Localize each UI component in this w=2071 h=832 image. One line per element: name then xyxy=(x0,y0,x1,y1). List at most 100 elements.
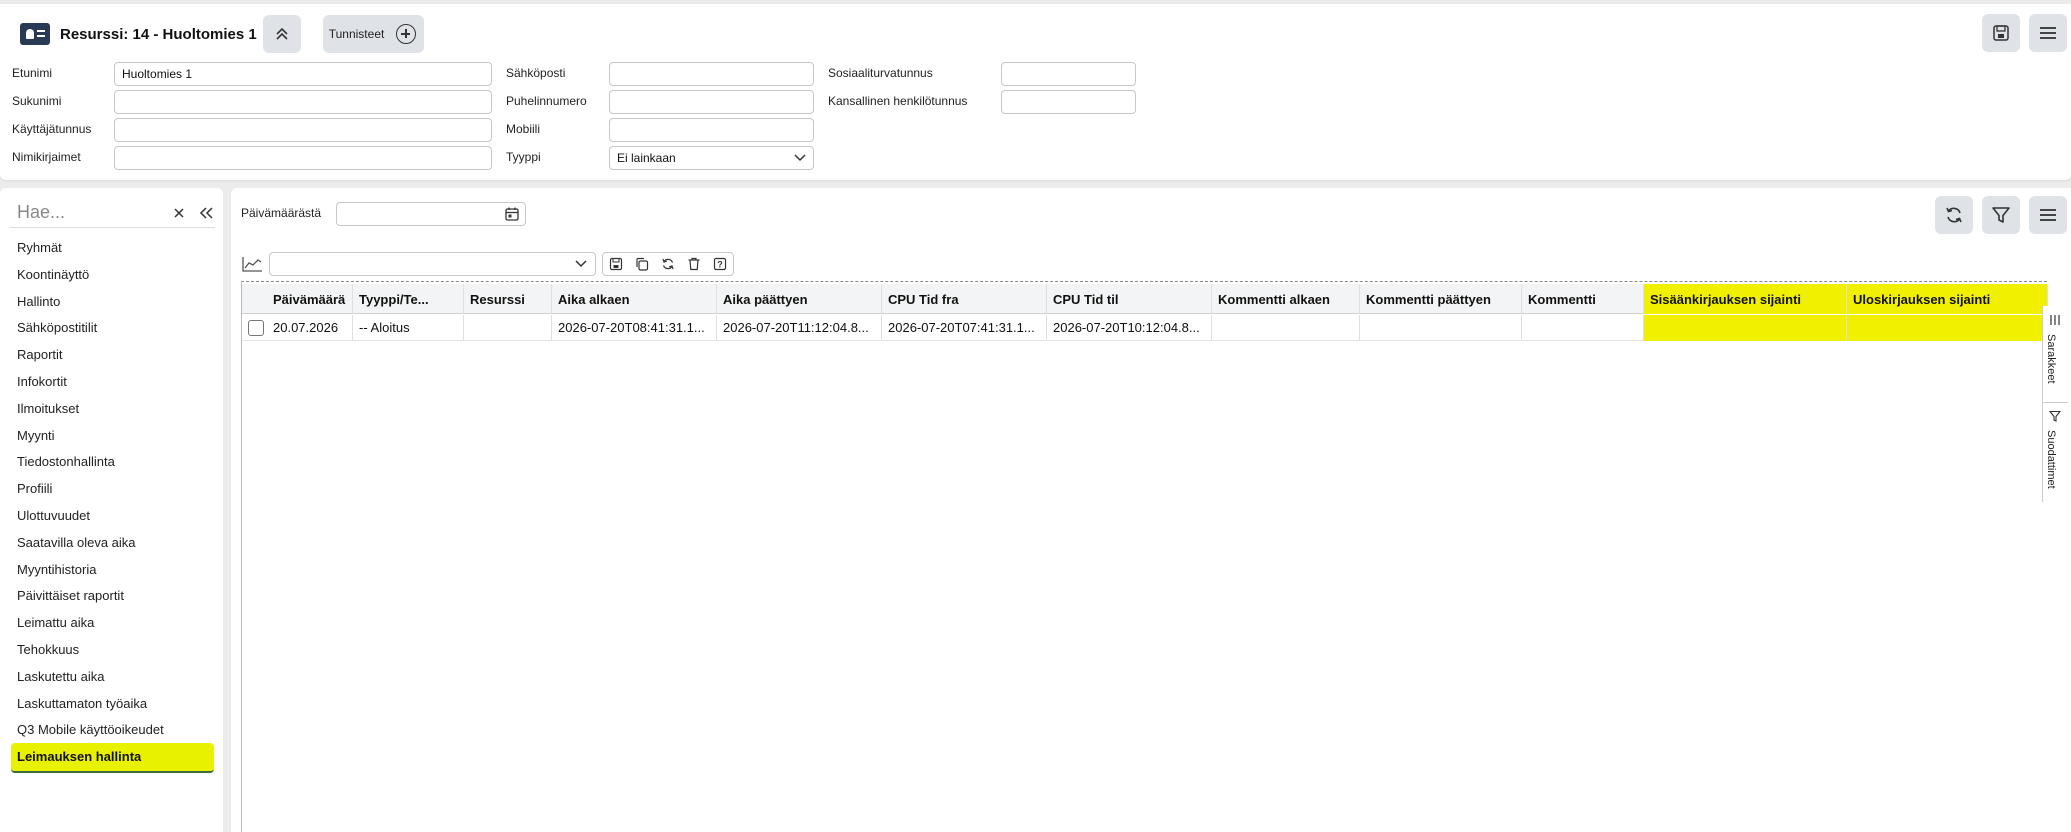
kansallinen-henkilotunnus-label: Kansallinen henkilötunnus xyxy=(828,94,968,108)
sidebar-item[interactable]: Koontinäyttö xyxy=(17,267,89,282)
sidebar-item[interactable]: Laskuttamaton työaika xyxy=(17,696,147,711)
sidebar-item[interactable]: Sähköpostitilit xyxy=(17,320,97,335)
column-header[interactable]: CPU Tid til xyxy=(1047,284,1212,314)
sidebar-item[interactable]: Saatavilla oleva aika xyxy=(17,535,136,550)
tab-columns[interactable]: Sarakkeet xyxy=(2045,334,2057,384)
puhelinnumero-field[interactable] xyxy=(609,90,814,114)
nimikirjaimet-label: Nimikirjaimet xyxy=(12,150,81,164)
kansallinen-henkilotunnus-field[interactable] xyxy=(1001,90,1136,114)
columns-icon xyxy=(2050,315,2060,325)
copy-icon xyxy=(636,257,649,271)
search-input[interactable]: Hae... xyxy=(10,202,173,223)
column-header[interactable]: Kommentti alkaen xyxy=(1212,284,1360,314)
side-tool-panel: Sarakkeet Suodattimet xyxy=(2042,306,2068,502)
sidebar-item[interactable]: Raportit xyxy=(17,347,63,362)
column-header[interactable]: Aika päättyen xyxy=(717,284,882,314)
nimikirjaimet-field[interactable] xyxy=(114,146,492,170)
puhelinnumero-label: Puhelinnumero xyxy=(506,94,587,108)
collapse-button[interactable] xyxy=(262,15,301,53)
chevron-down-icon xyxy=(575,260,587,268)
filter-button[interactable] xyxy=(1982,196,2020,234)
sidebar-item[interactable]: Hallinto xyxy=(17,294,60,309)
row-checkbox[interactable] xyxy=(248,320,264,336)
table-cell[interactable] xyxy=(1360,315,1522,341)
table-cell[interactable]: -- Aloitus xyxy=(353,315,464,341)
table-cell[interactable]: 2026-07-20T10:12:04.8... xyxy=(1047,315,1212,341)
sosiaaliturvatunnus-label: Sosiaaliturvatunnus xyxy=(828,66,933,80)
grid-header: Päivämäärä Tyyppi/Te... Resurssi Aika alkae… xyxy=(242,284,2048,314)
sidebar-item[interactable]: Ilmoitukset xyxy=(17,401,79,416)
sidebar-item[interactable]: Myynti xyxy=(17,428,55,443)
sidebar-item[interactable]: Ulottuvuudet xyxy=(17,508,90,523)
sidebar-item[interactable]: Ryhmät xyxy=(17,240,62,255)
sidebar-item[interactable]: Infokortit xyxy=(17,374,67,389)
mobiili-label: Mobiili xyxy=(506,122,541,136)
sahkoposti-label: Sähköposti xyxy=(506,66,566,80)
refresh-button[interactable] xyxy=(1935,196,1973,234)
column-header[interactable]: Resurssi xyxy=(464,284,552,314)
table-cell[interactable]: 20.07.2026 xyxy=(267,315,353,341)
sidebar-item[interactable]: Q3 Mobile käyttöoikeudet xyxy=(17,722,164,737)
page-title: Resurssi: 14 - Huoltomies 1 xyxy=(60,25,257,43)
table-cell[interactable]: 2026-07-20T08:41:31.1... xyxy=(552,315,717,341)
save-icon xyxy=(609,257,623,271)
chart-line-icon[interactable] xyxy=(241,255,263,273)
save-button[interactable] xyxy=(1982,14,2020,52)
reload-view-button[interactable] xyxy=(660,256,676,272)
grid-toolbar: ? xyxy=(241,250,734,278)
table-cell[interactable] xyxy=(1847,315,2048,341)
kayttajatunnus-field[interactable] xyxy=(114,118,492,142)
table-cell[interactable]: 2026-07-20T11:12:04.8... xyxy=(717,315,882,341)
tags-label: Tunnisteet xyxy=(328,27,385,41)
sidebar-item[interactable]: Myyntihistoria xyxy=(17,562,96,577)
tyyppi-select[interactable]: Ei lainkaan xyxy=(609,146,814,170)
delete-view-button[interactable] xyxy=(686,256,702,272)
copy-view-button[interactable] xyxy=(634,256,650,272)
table-cell[interactable] xyxy=(1522,315,1644,341)
sidebar-item[interactable]: Profiili xyxy=(17,481,52,496)
double-chevron-left-icon[interactable] xyxy=(199,206,213,219)
sahkoposti-field[interactable] xyxy=(609,62,814,86)
help-button[interactable]: ? xyxy=(712,256,728,272)
sosiaaliturvatunnus-field[interactable] xyxy=(1001,62,1136,86)
menu-button[interactable] xyxy=(2029,14,2067,52)
refresh-icon xyxy=(1946,207,1962,223)
mobiili-field[interactable] xyxy=(609,118,814,142)
contact-card-icon xyxy=(20,23,50,45)
chevron-down-icon xyxy=(794,154,806,162)
column-header[interactable]: Sisäänkirjauksen sijainti xyxy=(1644,284,1847,314)
table-row[interactable]: 20.07.2026 -- Aloitus 2026-07-20T08:41:31.… xyxy=(242,315,2048,341)
column-header[interactable]: Kommentti xyxy=(1522,284,1644,314)
table-cell[interactable]: 2026-07-20T07:41:31.1... xyxy=(882,315,1047,341)
column-header[interactable]: Aika alkaen xyxy=(552,284,717,314)
table-cell[interactable] xyxy=(1212,315,1360,341)
sidebar-item[interactable]: Tiedostonhallinta xyxy=(17,454,115,469)
view-select[interactable] xyxy=(269,252,596,276)
etunimi-field[interactable]: Huoltomies 1 xyxy=(114,62,492,86)
panel-menu-button[interactable] xyxy=(2029,196,2067,234)
tab-filters[interactable]: Suodattimet xyxy=(2045,430,2057,489)
column-header[interactable]: Tyyppi/Te... xyxy=(353,284,464,314)
sukunimi-label: Sukunimi xyxy=(12,94,62,108)
main-panel: Päivämäärästä ? Päivämäärä Tyyppi/Te... … xyxy=(231,188,2071,832)
tags-button[interactable]: Tunnisteet xyxy=(322,15,425,53)
column-header[interactable]: CPU Tid fra xyxy=(882,284,1047,314)
sidebar-item[interactable]: Leimattu aika xyxy=(17,615,94,630)
column-header[interactable]: Kommentti päättyen xyxy=(1360,284,1522,314)
sidebar-item[interactable]: Laskutettu aika xyxy=(17,669,104,684)
sidebar-item[interactable]: Päivittäiset raportit xyxy=(17,588,124,603)
sidebar-item[interactable]: Tehokkuus xyxy=(17,642,79,657)
save-icon xyxy=(1993,25,2009,41)
sukunimi-field[interactable] xyxy=(114,90,492,114)
column-header[interactable]: Uloskirjauksen sijainti xyxy=(1847,284,2048,314)
save-view-button[interactable] xyxy=(608,256,624,272)
table-cell[interactable] xyxy=(464,315,552,341)
close-icon[interactable] xyxy=(173,207,185,219)
calendar-icon[interactable] xyxy=(505,207,519,221)
filter-icon xyxy=(1992,207,2010,223)
sidebar-item[interactable]: Leimauksen hallinta xyxy=(11,743,214,774)
date-from-field[interactable] xyxy=(336,202,526,226)
column-header[interactable]: Päivämäärä xyxy=(267,284,353,314)
table-cell[interactable] xyxy=(1644,315,1847,341)
filter-icon xyxy=(2049,410,2061,422)
